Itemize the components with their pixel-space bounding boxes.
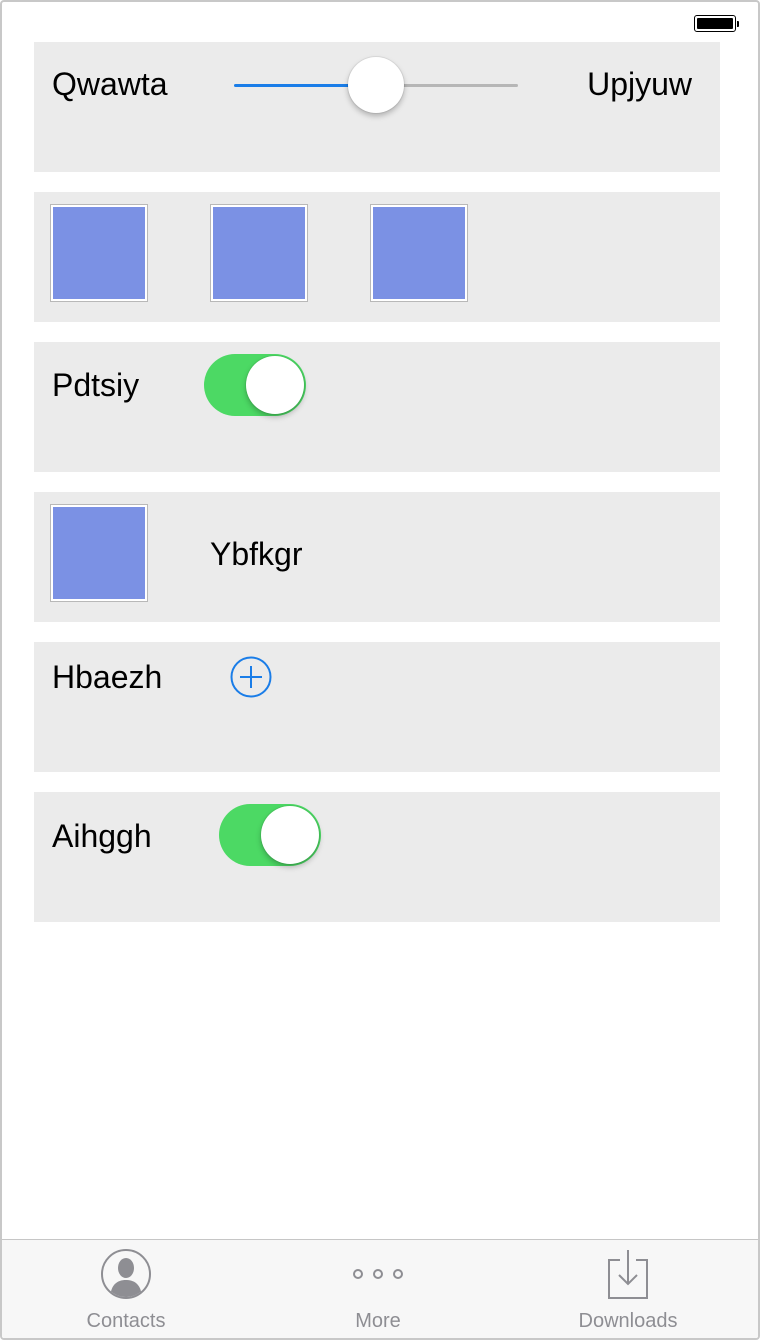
toggle-knob [261, 806, 319, 864]
aihggh-toggle[interactable] [219, 804, 321, 866]
contact-icon [100, 1248, 152, 1305]
toggle-label: Aihggh [52, 818, 152, 854]
images-row [34, 192, 720, 322]
image-caption: Ybfkgr [210, 536, 303, 572]
toggle-row-aihggh: Aihggh [34, 792, 720, 922]
tab-downloads[interactable]: Downloads [528, 1240, 728, 1338]
app-screen: Qwawta Upjyuw Pdtsiy Ybfkgr Hbaezh Aihgg… [0, 0, 760, 1340]
tab-label: More [355, 1310, 401, 1332]
image-label-row: Ybfkgr [34, 492, 720, 622]
tab-label: Downloads [578, 1310, 678, 1332]
slider-max-label: Upjyuw [587, 66, 692, 102]
toggle-row-pdtsiy: Pdtsiy [34, 342, 720, 472]
image-thumbnail[interactable] [210, 204, 308, 302]
battery-icon [694, 15, 739, 32]
plus-circle-icon[interactable] [230, 656, 272, 698]
add-row: Hbaezh [34, 642, 720, 772]
toggle-label: Pdtsiy [52, 367, 140, 403]
image-thumbnail[interactable] [50, 204, 148, 302]
download-icon [606, 1248, 650, 1305]
add-label: Hbaezh [52, 659, 163, 695]
tab-more[interactable]: More [278, 1240, 478, 1338]
slider-row: Qwawta Upjyuw [34, 42, 720, 172]
image-thumbnail[interactable] [50, 504, 148, 602]
slider-min-label: Qwawta [52, 66, 168, 102]
more-icon [352, 1264, 404, 1289]
toggle-knob [246, 356, 304, 414]
image-thumbnail[interactable] [370, 204, 468, 302]
tab-label: Contacts [86, 1310, 166, 1332]
tab-bar: Contacts More Downloads [2, 1239, 758, 1338]
slider-thumb[interactable] [348, 57, 404, 113]
tab-contacts[interactable]: Contacts [26, 1240, 226, 1338]
pdtsiy-toggle[interactable] [204, 354, 306, 416]
